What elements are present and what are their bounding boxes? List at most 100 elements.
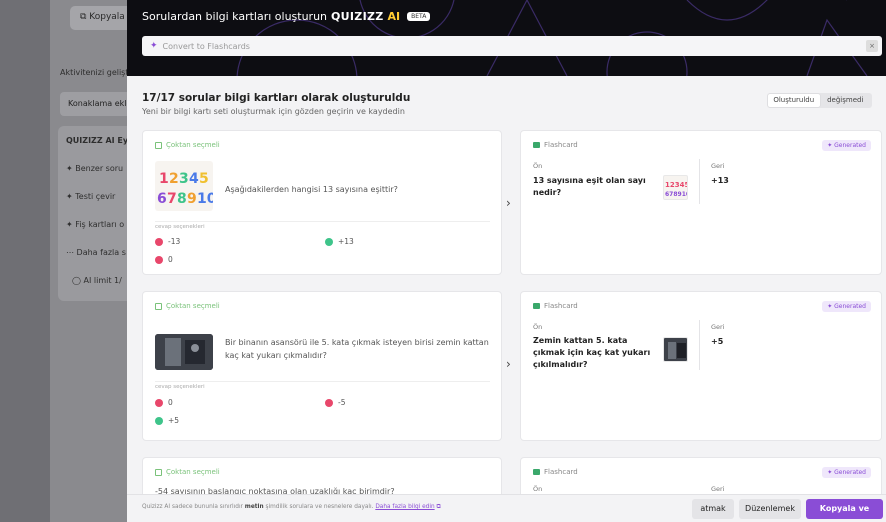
toggle-unchanged[interactable]: değişmedi [820,94,872,107]
background-item: ✦ Testi çevir [66,192,116,201]
front-label: Ön [533,162,543,170]
summary-title: 17/17 sorular bilgi kartları olarak oluş… [142,92,411,104]
flashcard-label: Flashcard [533,468,578,476]
flashcard[interactable]: Flashcard ✦ Generated Ön Geri 13 sayısın… [520,130,882,275]
convert-input[interactable]: ✦ Convert to Flashcards × [142,36,882,56]
sparkle-icon: ✦ [66,220,76,229]
modal-footer: Quizizz AI sadece bununla sınırlıdır met… [127,494,886,522]
copy-and-save-button[interactable]: Kopyala ve kaydet [806,499,883,519]
answer-option: +13 [325,237,354,246]
background-section-label: Aktivitenizi gelişti [60,68,131,77]
checkbox-icon [155,468,162,476]
quizizz-ai-logo: AI [387,10,401,23]
footer-note: Quizizz AI sadece bununla sınırlıdır met… [142,504,441,510]
generated-badge: ✦ Generated [822,301,871,312]
elevator-photo [155,334,213,370]
flashcard-front: 13 sayısına eşit olan sayı nedir? [533,176,646,197]
svg-text:3: 3 [179,171,189,187]
chevron-right-icon: › [506,357,511,371]
checkbox-icon [155,141,162,149]
flashcard-label: Flashcard [533,302,578,310]
modal-header: Sorulardan bilgi kartları oluşturun QUIZ… [127,0,886,76]
back-label: Geri [711,323,725,331]
elevator-thumbnail [668,342,686,359]
svg-text:9: 9 [187,191,197,207]
wrong-dot-icon [155,237,163,246]
front-label: Ön [533,323,543,331]
sparkle-icon: ✦ [150,41,158,51]
numbers-thumbnail: 12345 678910 [665,181,688,198]
beta-badge: BETA [407,12,431,21]
background-item: ✦ Fiş kartları o [66,220,125,229]
numbers-image: 1 2 3 4 5 6 7 8 9 10 [157,171,213,207]
edit-button[interactable]: Düzenlemek [739,499,801,519]
divider [699,320,700,370]
flashcard-thumbnail: 12345 678910 [663,175,688,200]
skip-button[interactable]: atmak [692,499,734,519]
learn-more-link[interactable]: Daha fazla bilgi edin [375,504,434,510]
flashcard-thumbnail [663,337,688,362]
question-text: Bir binanın asansörü ile 5. kata çıkmak … [225,338,489,360]
flashcard-icon [533,142,540,148]
checkbox-icon [155,302,162,310]
answers-label: cevap seçenekleri [155,221,490,230]
front-label: Ön [533,485,543,493]
question-card[interactable]: Çoktan seçmeli Bir binanın asansörü ile … [142,291,502,441]
background-item: ✦ Benzer soru [66,164,124,173]
answer-option: 0 [155,255,173,264]
question-text: Aşağıdakilerden hangisi 13 sayısına eşit… [225,185,398,194]
svg-text:7: 7 [167,191,177,207]
close-icon[interactable]: × [866,40,878,52]
flashcard-back: +13 [711,176,729,185]
svg-text:12345: 12345 [665,181,688,189]
svg-text:678910: 678910 [665,191,688,198]
svg-text:6: 6 [157,191,167,207]
background-ai-limit: ◯ AI limit 1/ [72,276,122,285]
question-type: Çoktan seçmeli [155,302,220,310]
quizizz-logo: QUIZIZZ [331,10,384,23]
answers-label: cevap seçenekleri [155,381,490,390]
toggle-generated[interactable]: Oluşturuldu [768,94,820,107]
background-item: ⋯ Daha fazla s [66,248,126,257]
flashcard[interactable]: Flashcard ✦ Generated Ön Geri Zemin katt… [520,291,882,441]
answer-option: +5 [155,416,179,425]
generated-badge: ✦ Generated [822,467,871,478]
svg-text:5: 5 [199,171,209,187]
correct-dot-icon [155,416,163,425]
svg-text:8: 8 [177,191,187,207]
generated-badge: ✦ Generated [822,140,871,151]
back-label: Geri [711,485,725,493]
sparkle-icon: ✦ [66,164,76,173]
answer-option: 0 [155,398,173,407]
svg-text:1: 1 [159,171,169,187]
question-card[interactable]: Çoktan seçmeli 1 2 3 4 5 6 7 8 9 10 Aşağ… [142,130,502,275]
question-type: Çoktan seçmeli [155,141,220,149]
summary-subtitle: Yeni bir bilgi kartı seti oluşturmak içi… [142,107,405,116]
wrong-dot-icon [155,255,163,264]
more-icon: ⋯ [66,248,77,257]
background-brand: QUIZIZZ AI Eyle [66,136,136,145]
flashcards-modal: Sorulardan bilgi kartları oluşturun QUIZ… [127,0,886,522]
view-toggle: Oluşturuldu değişmedi [767,93,872,108]
answer-option: -13 [155,237,180,246]
svg-text:2: 2 [169,171,179,187]
wrong-dot-icon [325,398,333,407]
modal-title: Sorulardan bilgi kartları oluşturun QUIZ… [142,10,431,23]
copy-icon: ⧉ [80,12,90,22]
back-label: Geri [711,162,725,170]
question-type: Çoktan seçmeli [155,468,220,476]
question-image [155,334,213,370]
wrong-dot-icon [155,398,163,407]
progress-ring-icon: ◯ [72,276,84,285]
flashcard-front: Zemin kattan 5. kata çıkmak için kaç kat… [533,336,651,369]
chevron-right-icon: › [506,196,511,210]
svg-text:10: 10 [197,191,213,207]
flashcard-icon [533,469,540,475]
correct-dot-icon [325,237,333,246]
answer-option: -5 [325,398,345,407]
flashcard-back: +5 [711,337,724,346]
svg-text:4: 4 [189,171,199,187]
divider [699,159,700,204]
flashcard-icon [533,303,540,309]
flashcard-label: Flashcard [533,141,578,149]
